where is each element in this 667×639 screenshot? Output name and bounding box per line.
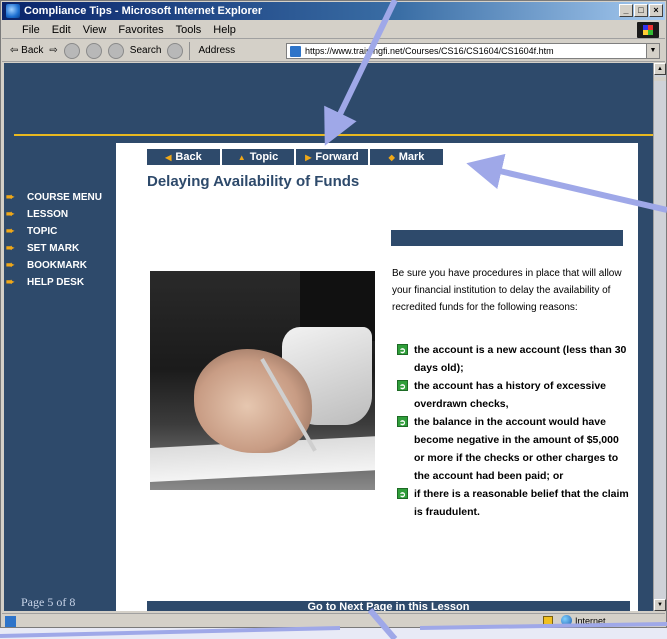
home-icon[interactable] [107, 42, 124, 59]
check-arrow-icon: ➲ [397, 380, 408, 391]
menu-help[interactable]: Help [213, 24, 236, 36]
mark-nav-button[interactable]: ◆ Mark [370, 149, 443, 165]
sidebar-item-label: TOPIC [27, 226, 58, 237]
page-title: Delaying Availability of Funds [147, 173, 360, 190]
status-bar: Internet [2, 613, 665, 628]
hand-writing-photo [150, 271, 375, 490]
sidebar-item-label: BOOKMARK [27, 260, 87, 271]
button-label: Back [175, 151, 202, 163]
title-bar: Compliance Tips - Microsoft Internet Exp… [2, 2, 665, 20]
back-arrow-icon: ◀ [165, 152, 172, 162]
search-button[interactable]: Search [130, 45, 162, 56]
menu-view[interactable]: View [83, 24, 107, 36]
globe-icon [561, 615, 572, 626]
sidebar-item-set-mark[interactable]: ➨ SET MARK [6, 240, 116, 257]
page-viewport: ➨ COURSE MENU ➨ LESSON ➨ TOPIC ➨ SET MAR… [4, 63, 653, 611]
header-divider-line [14, 134, 653, 136]
forward-nav-button[interactable]: ▶ Forward [296, 149, 368, 165]
list-item-text: the account has a history of excessive o… [414, 380, 606, 410]
button-label: Mark [398, 151, 425, 163]
menu-favorites[interactable]: Favorites [118, 24, 163, 36]
zone-label: Internet [575, 615, 606, 626]
minimize-button[interactable]: _ [619, 4, 633, 17]
lock-icon [543, 616, 553, 626]
topic-nav-button[interactable]: ▲ Topic [222, 149, 294, 165]
button-label: Topic [249, 151, 279, 163]
list-item-text: if there is a reasonable belief that the… [414, 488, 629, 518]
address-label: Address [198, 45, 236, 56]
forward-button[interactable]: ⇨ [49, 45, 57, 56]
lesson-content: ◀ Back ▲ Topic ▶ Forward ◆ Mark Delaying… [116, 143, 638, 611]
back-button[interactable]: ⇦ Back [10, 45, 43, 56]
address-dropdown-icon[interactable]: ▼ [646, 44, 659, 58]
vertical-scrollbar[interactable]: ▲ ▼ [653, 63, 666, 611]
address-input[interactable]: https://www.trainingfi.net/Courses/CS16/… [286, 43, 660, 59]
sidebar-item-help-desk[interactable]: ➨ HELP DESK [6, 274, 116, 291]
refresh-icon[interactable] [85, 42, 102, 59]
sidebar-item-bookmark[interactable]: ➨ BOOKMARK [6, 257, 116, 274]
menu-file[interactable]: File [22, 24, 40, 36]
menu-bar: File Edit View Favorites Tools Help [2, 21, 665, 39]
check-arrow-icon: ➲ [397, 416, 408, 427]
diamond-icon: ◆ [388, 152, 395, 162]
up-arrow-icon: ▲ [237, 152, 246, 162]
toolbar-divider [189, 41, 191, 60]
annotation-line-left [0, 626, 341, 638]
list-item: ➲ the account has a history of excessive… [397, 377, 629, 413]
stop-icon[interactable] [63, 42, 80, 59]
list-item: ➲ the account is a new account (less tha… [397, 341, 629, 377]
scroll-down-icon[interactable]: ▼ [654, 599, 666, 611]
ie-app-icon [6, 4, 20, 18]
sidebar-item-label: SET MARK [27, 243, 80, 254]
sidebar-item-topic[interactable]: ➨ TOPIC [6, 223, 116, 240]
arrow-icon: ➨ [6, 209, 14, 220]
arrow-icon: ➨ [6, 277, 14, 288]
browser-window: Compliance Tips - Microsoft Internet Exp… [0, 0, 667, 628]
check-arrow-icon: ➲ [397, 344, 408, 355]
list-item: ➲ if there is a reasonable belief that t… [397, 485, 629, 521]
section-header-bar [391, 230, 623, 246]
window-controls: _ □ × [619, 4, 663, 17]
maximize-button[interactable]: □ [634, 4, 648, 17]
back-nav-button[interactable]: ◀ Back [147, 149, 220, 165]
reason-list: ➲ the account is a new account (less tha… [397, 341, 629, 521]
security-zone: Internet [561, 615, 606, 626]
intro-paragraph: Be sure you have procedures in place tha… [392, 268, 622, 313]
lesson-nav: ◀ Back ▲ Topic ▶ Forward ◆ Mark [147, 149, 443, 165]
button-label: Forward [315, 151, 359, 163]
arrow-icon: ➨ [6, 243, 14, 254]
page-counter: Page 5 of 8 [21, 595, 76, 609]
arrow-icon: ➨ [6, 226, 14, 237]
scroll-thumb[interactable] [654, 77, 666, 81]
arrow-icon: ➨ [6, 260, 14, 271]
arrow-icon: ➨ [6, 192, 14, 203]
sidebar-item-lesson[interactable]: ➨ LESSON [6, 206, 116, 223]
menu-tools[interactable]: Tools [176, 24, 202, 36]
page-icon [290, 46, 301, 57]
check-arrow-icon: ➲ [397, 488, 408, 499]
sidebar-item-label: LESSON [27, 209, 69, 220]
forward-arrow-icon: ▶ [305, 152, 312, 162]
page-status-icon [5, 615, 16, 627]
list-item: ➲ the balance in the account would have … [397, 413, 629, 485]
address-url: https://www.trainingfi.net/Courses/CS16/… [305, 46, 554, 56]
close-button[interactable]: × [649, 4, 663, 17]
windows-logo-icon [637, 22, 659, 38]
sidebar-item-course-menu[interactable]: ➨ COURSE MENU [6, 189, 116, 206]
menu-edit[interactable]: Edit [52, 24, 71, 36]
list-item-text: the account is a new account (less than … [414, 344, 627, 374]
sidebar-item-label: HELP DESK [27, 277, 85, 288]
course-sidenav: ➨ COURSE MENU ➨ LESSON ➨ TOPIC ➨ SET MAR… [6, 189, 116, 291]
next-page-link[interactable]: Go to Next Page in this Lesson [147, 601, 630, 611]
sidebar-item-label: COURSE MENU [27, 192, 103, 203]
scroll-up-icon[interactable]: ▲ [654, 63, 666, 75]
standard-toolbar: ⇦ Back ⇨ Search Address https://www.trai… [2, 40, 665, 62]
window-title: Compliance Tips - Microsoft Internet Exp… [24, 5, 263, 17]
print-icon[interactable] [167, 42, 184, 59]
list-item-text: the balance in the account would have be… [414, 416, 619, 482]
